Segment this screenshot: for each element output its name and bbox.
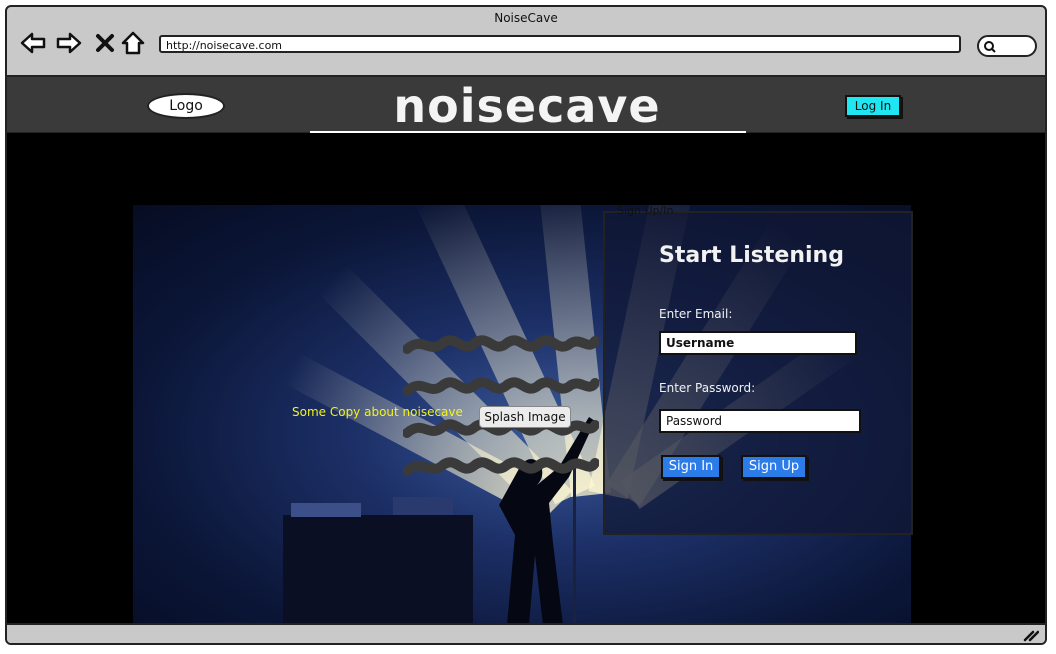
logo[interactable]: Logo xyxy=(147,93,225,119)
stop-icon[interactable] xyxy=(91,29,119,57)
browser-search-box[interactable] xyxy=(977,35,1037,57)
email-field[interactable]: Username xyxy=(659,331,857,355)
sign-up-button[interactable]: Sign Up xyxy=(741,455,807,479)
back-icon[interactable] xyxy=(19,29,47,57)
search-icon xyxy=(984,41,996,53)
address-bar[interactable]: http://noisecave.com xyxy=(159,35,961,53)
signin-heading: Start Listening xyxy=(659,243,844,268)
home-icon[interactable] xyxy=(119,29,147,57)
email-label: Enter Email: xyxy=(659,307,733,321)
signin-legend: Sign Up/In xyxy=(617,204,674,217)
hero-copy: Some Copy about noisecave xyxy=(292,405,463,419)
browser-window: NoiseCave http://noisecave.com Logo nois… xyxy=(5,5,1047,645)
brand-title: noisecave xyxy=(393,79,661,133)
window-title: NoiseCave xyxy=(494,11,558,25)
resize-grip-icon[interactable] xyxy=(1023,628,1039,642)
main-content: Some Copy about noisecave Splash Image S… xyxy=(7,133,1045,623)
password-label: Enter Password: xyxy=(659,381,756,395)
site-header: Logo noisecave Log In xyxy=(7,75,1045,134)
sign-in-button[interactable]: Sign In xyxy=(661,455,721,479)
copy-scribble xyxy=(403,377,599,396)
password-field[interactable]: Password xyxy=(659,409,861,433)
forward-icon[interactable] xyxy=(55,29,83,57)
copy-scribble xyxy=(403,335,599,354)
signin-panel: Sign Up/In Start Listening Enter Email: … xyxy=(603,204,913,535)
status-bar xyxy=(7,623,1045,643)
login-button[interactable]: Log In xyxy=(845,95,901,117)
copy-scribble xyxy=(403,457,599,476)
dj-booth xyxy=(283,497,473,623)
splash-image-label: Splash Image xyxy=(479,406,571,428)
